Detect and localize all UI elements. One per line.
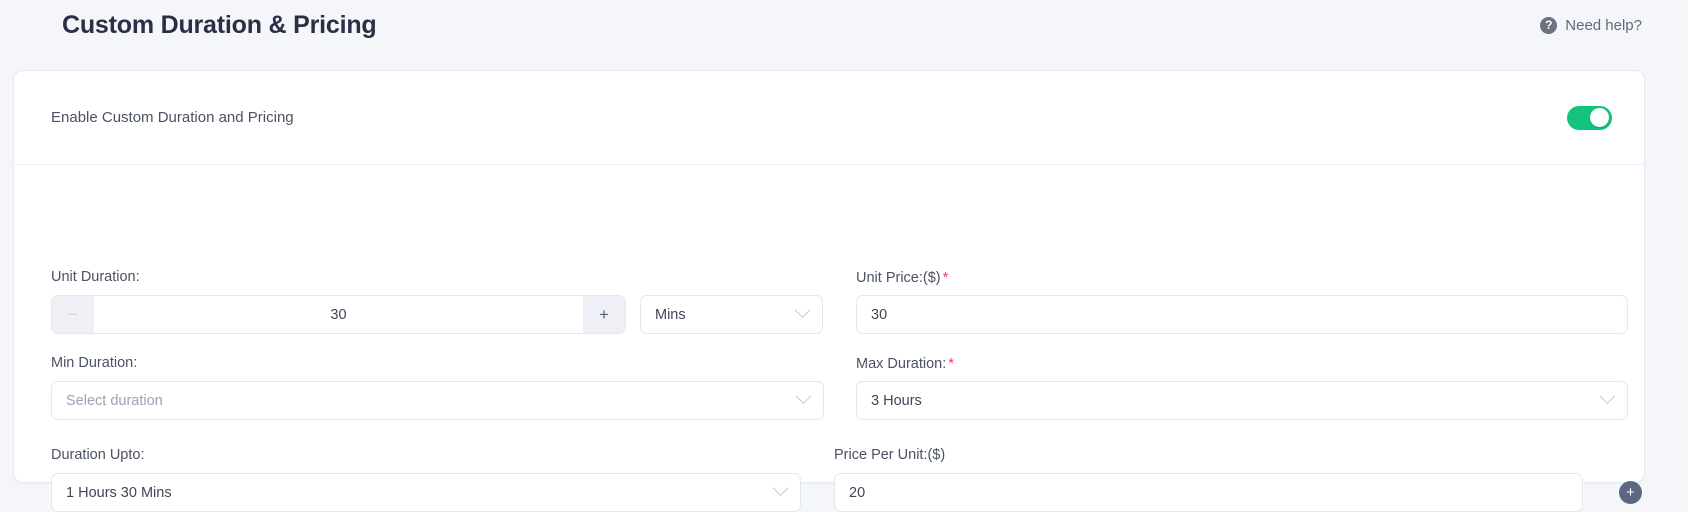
unit-type-value: Mins xyxy=(655,306,686,323)
unit-price-input[interactable]: 30 xyxy=(856,295,1628,334)
page-header: Custom Duration & Pricing ? Need help? xyxy=(0,0,1688,50)
min-duration-select[interactable]: Select duration xyxy=(51,381,824,420)
enable-custom-duration-row: Enable Custom Duration and Pricing xyxy=(14,71,1644,165)
min-duration-label: Min Duration: xyxy=(51,355,137,371)
required-marker: * xyxy=(948,355,955,372)
decrement-button[interactable]: − xyxy=(52,296,94,333)
min-duration-value: Select duration xyxy=(66,392,163,409)
unit-duration-label-text: Unit Duration: xyxy=(51,269,140,285)
max-duration-label: Max Duration: * xyxy=(856,355,954,372)
custom-duration-pricing-page: Custom Duration & Pricing ? Need help? E… xyxy=(0,0,1688,512)
price-per-unit-value: 20 xyxy=(849,484,866,501)
enable-custom-duration-toggle[interactable] xyxy=(1567,105,1612,130)
settings-card: Enable Custom Duration and Pricing Unit … xyxy=(13,70,1645,512)
need-help-label: Need help? xyxy=(1565,16,1642,34)
duration-upto-label: Duration Upto: xyxy=(51,447,145,463)
unit-type-select[interactable]: Mins xyxy=(640,295,823,334)
duration-upto-label-text: Duration Upto: xyxy=(51,447,145,463)
page-title: Custom Duration & Pricing xyxy=(62,10,377,39)
increment-button[interactable]: + xyxy=(583,296,625,333)
max-duration-value: 3 Hours xyxy=(871,392,922,409)
unit-duration-value[interactable]: 30 xyxy=(94,307,583,323)
duration-upto-value: 1 Hours 30 Mins xyxy=(66,484,172,501)
unit-price-label: Unit Price:($) * xyxy=(856,269,948,286)
required-marker: * xyxy=(942,269,949,286)
max-duration-label-text: Max Duration: xyxy=(856,356,947,372)
price-per-unit-label: Price Per Unit:($) xyxy=(834,447,945,463)
question-mark-icon: ? xyxy=(1540,16,1558,34)
max-duration-select[interactable]: 3 Hours xyxy=(856,381,1628,420)
plus-circle-icon[interactable]: + xyxy=(1619,481,1642,504)
price-per-unit-label-text: Price Per Unit:($) xyxy=(834,447,946,463)
unit-price-label-text: Unit Price:($) xyxy=(856,270,941,286)
duration-upto-select[interactable]: 1 Hours 30 Mins xyxy=(51,473,801,512)
chevron-down-icon xyxy=(795,388,812,405)
chevron-down-icon xyxy=(772,480,789,497)
chevron-down-icon xyxy=(794,302,811,319)
enable-custom-duration-label: Enable Custom Duration and Pricing xyxy=(51,109,294,126)
unit-price-value: 30 xyxy=(871,306,888,323)
toggle-knob xyxy=(1590,108,1609,127)
chevron-down-icon xyxy=(1599,388,1616,405)
min-duration-label-text: Min Duration: xyxy=(51,355,138,371)
price-per-unit-input[interactable]: 20 xyxy=(834,473,1583,512)
unit-duration-stepper[interactable]: − 30 + xyxy=(51,295,626,334)
need-help-link[interactable]: ? Need help? xyxy=(1540,16,1642,34)
unit-duration-label: Unit Duration: xyxy=(51,269,140,285)
